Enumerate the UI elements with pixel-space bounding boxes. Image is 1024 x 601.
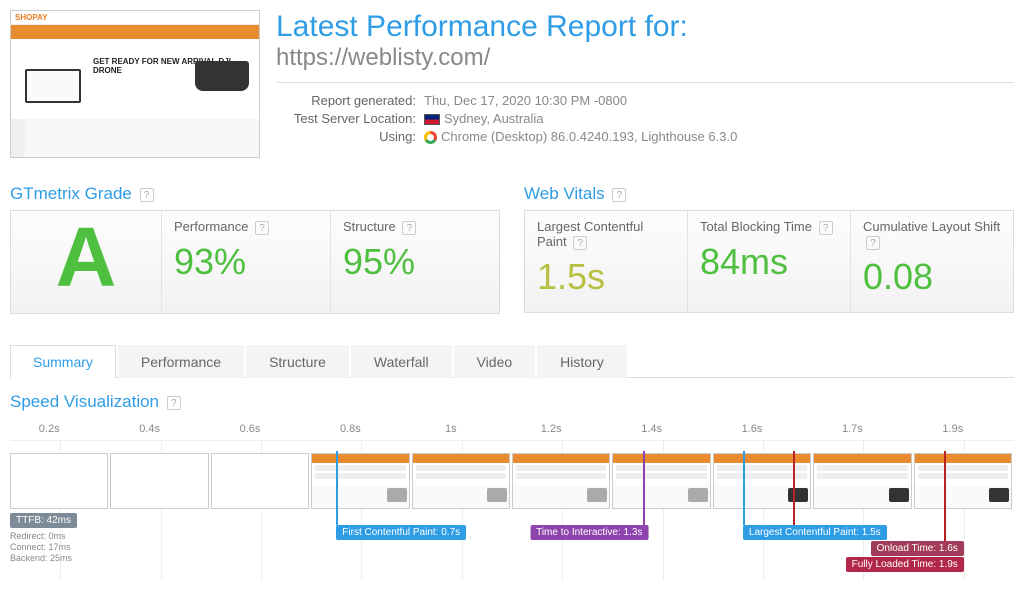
help-icon[interactable]: ? — [255, 221, 269, 235]
tick: 0.6s — [240, 423, 261, 435]
tab-waterfall[interactable]: Waterfall — [351, 345, 452, 378]
lcp-value: 1.5s — [537, 256, 675, 298]
tab-performance[interactable]: Performance — [118, 345, 244, 378]
help-icon[interactable]: ? — [140, 188, 154, 202]
tick: 1.9s — [942, 423, 963, 435]
meta-using-value: Chrome (Desktop) 86.0.4240.193, Lighthou… — [441, 129, 737, 144]
ttfb-badge: TTFB: 42ms — [10, 513, 77, 528]
structure-label: Structure — [343, 219, 396, 234]
help-icon[interactable]: ? — [167, 396, 181, 410]
tabs: Summary Performance Structure Waterfall … — [10, 344, 1014, 378]
flag-icon — [424, 114, 440, 125]
tab-structure[interactable]: Structure — [246, 345, 349, 378]
tick: 1s — [445, 423, 457, 435]
structure-value: 95% — [343, 241, 487, 283]
onload-badge: Onload Time: 1.6s — [871, 541, 964, 556]
help-icon[interactable]: ? — [866, 236, 880, 250]
meta-generated-value: Thu, Dec 17, 2020 10:30 PM -0800 — [424, 93, 627, 108]
chrome-icon — [424, 131, 437, 144]
grade-section-title: GTmetrix Grade — [10, 184, 132, 203]
cls-value: 0.08 — [863, 256, 1001, 298]
meta-location-label: Test Server Location: — [276, 111, 416, 126]
full-badge: Fully Loaded Time: 1.9s — [846, 557, 964, 572]
help-icon[interactable]: ? — [573, 236, 587, 250]
lcp-badge: Largest Contentful Paint: 1.5s — [743, 525, 887, 540]
help-icon[interactable]: ? — [402, 221, 416, 235]
help-icon[interactable]: ? — [819, 221, 833, 235]
vitals-section-title: Web Vitals — [524, 184, 605, 203]
tbt-value: 84ms — [700, 241, 838, 283]
tick: 0.8s — [340, 423, 361, 435]
grade-letter: A — [23, 215, 149, 299]
report-title: Latest Performance Report for: — [276, 10, 1014, 44]
tick: 1.4s — [641, 423, 662, 435]
tab-summary[interactable]: Summary — [10, 345, 116, 378]
tick: 1.6s — [742, 423, 763, 435]
tab-video[interactable]: Video — [454, 345, 536, 378]
cls-label: Cumulative Layout Shift — [863, 219, 1000, 234]
help-icon[interactable]: ? — [612, 188, 626, 202]
meta-generated-label: Report generated: — [276, 93, 416, 108]
meta-location-value: Sydney, Australia — [444, 111, 543, 126]
ttfb-breakdown: Redirect: 0ms Connect: 17ms Backend: 25m… — [10, 531, 72, 563]
tbt-label: Total Blocking Time — [700, 219, 812, 234]
meta-using-label: Using: — [276, 129, 416, 144]
site-thumbnail[interactable]: SHOPAY GET READY FOR NEW ARRIVAL DJI DRO… — [10, 10, 260, 158]
tick: 0.4s — [139, 423, 160, 435]
tick: 1.7s — [842, 423, 863, 435]
report-url[interactable]: https://weblisty.com/ — [276, 44, 1014, 72]
tick: 0.2s — [39, 423, 60, 435]
thumb-logo: SHOPAY — [15, 13, 47, 22]
performance-label: Performance — [174, 219, 248, 234]
performance-value: 93% — [174, 241, 318, 283]
fcp-badge: First Contentful Paint: 0.7s — [336, 525, 466, 540]
lcp-label: Largest Contentful Paint — [537, 219, 643, 249]
tab-history[interactable]: History — [537, 345, 627, 378]
speed-title: Speed Visualization — [10, 392, 159, 411]
tti-badge: Time to Interactive: 1.3s — [530, 525, 648, 540]
tick: 1.2s — [541, 423, 562, 435]
speed-timeline: 0.2s 0.4s 0.6s 0.8s 1s 1.2s 1.4s 1.6s 1.… — [10, 440, 1014, 580]
